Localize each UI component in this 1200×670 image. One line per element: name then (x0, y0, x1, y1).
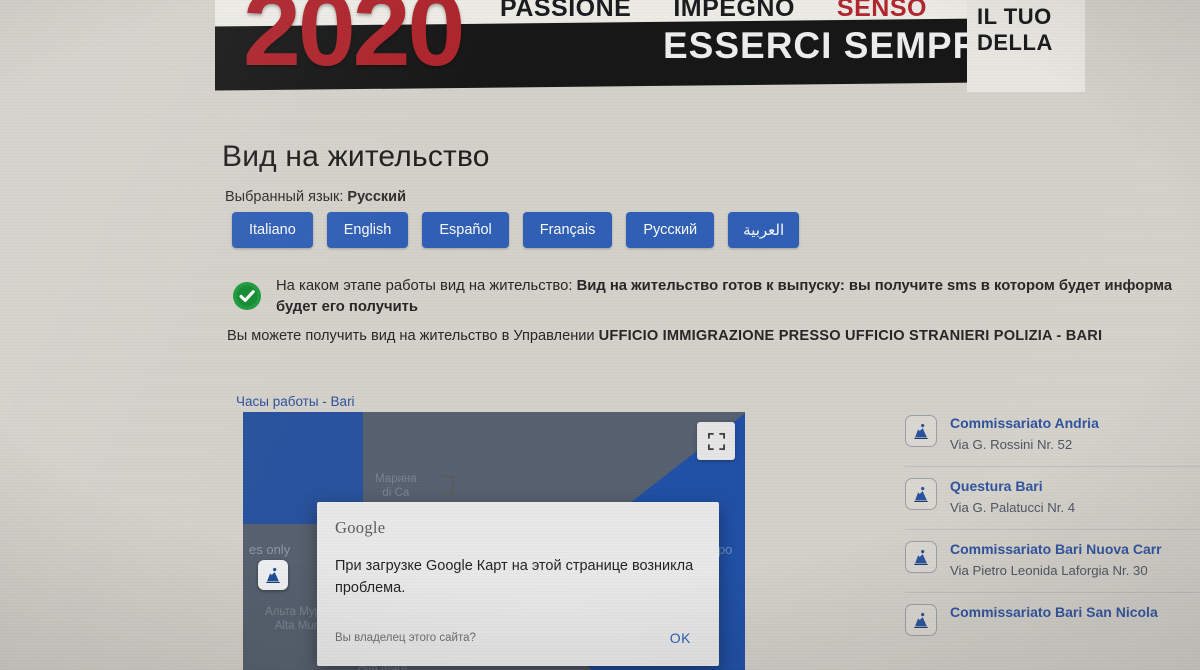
selected-language-value: Русский (347, 189, 407, 205)
list-item[interactable]: Commissariato Andria Via G. Rossini Nr. … (905, 404, 1200, 468)
station-name[interactable]: Commissariato Andria (950, 413, 1099, 434)
police-station-icon (905, 415, 937, 447)
banner-year: 2020 (243, 0, 465, 88)
list-item[interactable]: Commissariato Bari San Nicola (905, 593, 1200, 647)
page-title: Вид на жительство (222, 140, 490, 173)
map-city-marina-it: di Ca (382, 487, 410, 500)
banner-word-senso: SENSO (836, 0, 927, 22)
language-button-francais[interactable]: Français (522, 212, 613, 248)
language-button-russkiy[interactable]: Русский (626, 212, 715, 248)
language-button-italiano[interactable]: Italiano (232, 212, 313, 248)
permit-status-text: На каком этапе работы вид на жительство:… (276, 270, 1172, 319)
status-prefix: На каком этапе работы вид на жительство: (276, 278, 573, 294)
permit-status-row: На каком этапе работы вид на жительство:… (232, 270, 1200, 319)
page-content: Вид на жительство Выбранный язык: Русски… (0, 92, 1200, 670)
fullscreen-icon[interactable] (697, 422, 735, 460)
dialog-ok-button[interactable]: OK (660, 626, 701, 650)
language-switcher: Italiano English Español Français Русски… (232, 212, 800, 248)
status-second-line: будет его получить (276, 299, 419, 316)
language-button-english[interactable]: English (326, 212, 409, 248)
station-texts: Commissariato Andria Via G. Rossini Nr. … (950, 413, 1099, 455)
green-check-icon (232, 281, 262, 311)
station-texts: Questura Bari Via G. Palatucci Nr. 4 (950, 476, 1075, 518)
selected-language-line: Выбранный язык: Русский (225, 189, 406, 205)
dialog-message: При загрузке Google Карт на этой страниц… (335, 558, 694, 596)
monitor-photo-screenshot: PASSIONE IMPEGNO SENSO 2020 ESSERCI SEMP… (0, 0, 1200, 670)
list-item[interactable]: Questura Bari Via G. Palatucci Nr. 4 (905, 467, 1200, 531)
station-name[interactable]: Commissariato Bari San Nicola (950, 602, 1158, 623)
police-station-list: Commissariato Andria Via G. Rossini Nr. … (905, 404, 1200, 647)
office-line-prefix: Вы можете получить вид на жительство в У… (227, 328, 595, 344)
office-name: UFFICIO IMMIGRAZIONE PRESSO UFFICIO STRA… (598, 328, 1103, 344)
police-station-icon (905, 541, 937, 574)
opening-hours-label: Часы работы - Bari (236, 394, 355, 409)
site-banner: PASSIONE IMPEGNO SENSO 2020 ESSERCI SEMP… (215, 0, 1085, 92)
station-texts: Commissariato Bari San Nicola (950, 602, 1158, 623)
banner-slogan: ESSERCI SEMPRE (663, 25, 1006, 66)
station-address: Via Pietro Leonida Laforgia Nr. 30 (950, 563, 1148, 579)
banner-word-passione: PASSIONE (500, 0, 632, 22)
map-marker-police[interactable] (258, 560, 288, 590)
station-name[interactable]: Questura Bari (950, 476, 1075, 497)
google-map[interactable]: es only For development purposes only Fo… (243, 412, 745, 670)
banner-right-line2: DELLA (977, 30, 1053, 55)
station-address: Via G. Palatucci Nr. 4 (950, 500, 1076, 516)
banner-word-impegno: IMPEGNO (673, 0, 795, 22)
dialog-brand-google: Google (335, 518, 386, 537)
station-texts: Commissariato Bari Nuova Carr Via Pietro… (950, 539, 1162, 581)
language-button-espanol[interactable]: Español (422, 212, 509, 248)
list-item[interactable]: Commissariato Bari Nuova Carr Via Pietro… (905, 530, 1200, 594)
police-station-icon (905, 478, 937, 511)
text-cursor (444, 476, 454, 496)
map-watermark-1: es only (249, 542, 291, 557)
banner-right-line1: IL TUO (977, 4, 1052, 29)
status-bold: Вид на жительство готов к выпуску: вы по… (576, 278, 1173, 294)
dialog-footer: Вы владелец этого сайта? OK (335, 626, 701, 658)
office-location-line: Вы можете получить вид на жительство в У… (227, 328, 1102, 344)
station-address: Via G. Rossini Nr. 52 (950, 437, 1073, 452)
selected-language-label: Выбранный язык: (225, 189, 344, 205)
map-city-marina-ru: Марина (375, 473, 417, 485)
station-name[interactable]: Commissariato Bari Nuova Carr (950, 539, 1162, 560)
language-button-arabic[interactable]: العربية (728, 212, 800, 248)
police-station-icon (905, 604, 937, 637)
dialog-owner-question[interactable]: Вы владелец этого сайта? (335, 632, 476, 644)
map-city-marina: Марина di Ca (375, 472, 417, 501)
banner-right-panel: IL TUO DELLA (967, 0, 1085, 92)
banner-top-words: PASSIONE IMPEGNO SENSO (500, 0, 927, 23)
google-maps-error-dialog: Google При загрузке Google Карт на этой … (317, 502, 719, 666)
